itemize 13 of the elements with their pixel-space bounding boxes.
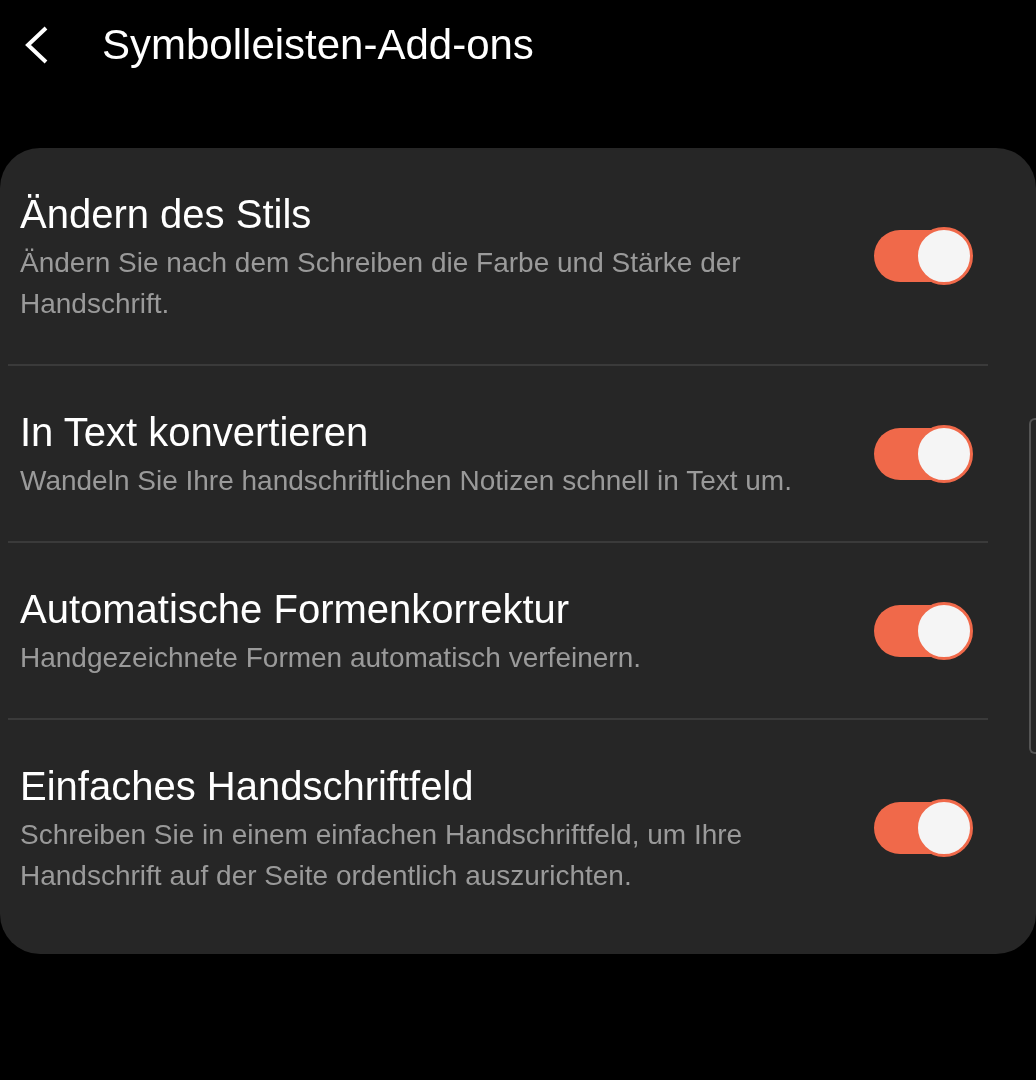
setting-title: Einfaches Handschriftfeld <box>20 763 475 810</box>
setting-title: Ändern des Stils <box>20 191 313 238</box>
toggle-switch[interactable] <box>874 802 970 854</box>
setting-title: In Text konvertieren <box>20 409 370 456</box>
setting-description: Schreiben Sie in einem einfachen Handschriftfeld, um Ihre Handschrift auf der Seite ordentlich auszurichten. <box>20 818 744 893</box>
setting-description: Handgezeichnete Formen automatisch verfeinern. <box>20 641 642 675</box>
toggle-switch[interactable] <box>874 230 970 282</box>
setting-description: Ändern Sie nach dem Schreiben die Farbe und Stärke der Handschrift. <box>20 246 742 321</box>
setting-title: Automatische Formenkorrektur <box>20 586 571 633</box>
page-title: Symbolleisten-Add-ons <box>102 21 534 69</box>
toggle-switch[interactable] <box>874 427 970 480</box>
setting-description: Wandeln Sie Ihre handschriftlichen Notizen schnell in Text um. <box>20 464 793 498</box>
toggle-switch[interactable] <box>874 604 970 657</box>
